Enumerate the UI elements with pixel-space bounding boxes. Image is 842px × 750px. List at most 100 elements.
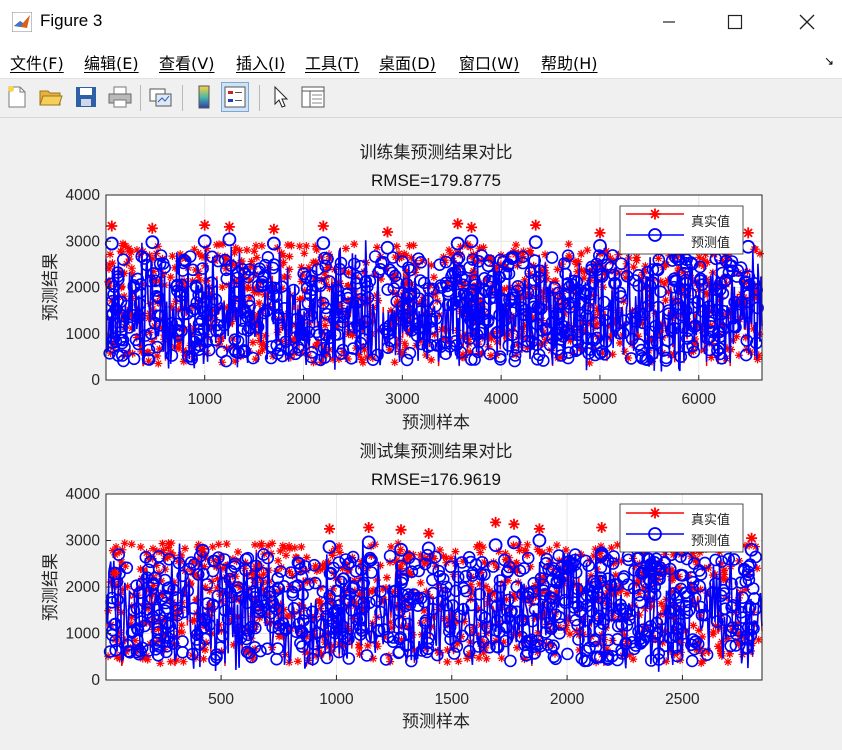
real-peak-marker (746, 532, 758, 544)
toolbar-separator (182, 85, 183, 111)
x-tick-label: 2000 (550, 691, 585, 708)
real-peak-marker (199, 219, 211, 231)
toolbar-separator (259, 85, 260, 111)
real-peak-marker (324, 523, 335, 535)
real-peak-marker (363, 522, 375, 533)
train-axes[interactable]: 训练集预测结果对比 RMSE=179.8775 1000 2000 3000 4000… (41, 143, 764, 433)
real-peak-marker (742, 227, 754, 239)
test-legend[interactable]: 真实值 预测值 (619, 503, 744, 553)
x-tick-label: 5000 (583, 391, 618, 408)
test-chart-title: 测试集预测结果对比 (360, 442, 513, 462)
train-legend[interactable]: 真实值 预测值 (619, 205, 744, 255)
legend-button[interactable] (221, 82, 249, 112)
link-plot-icon (149, 88, 172, 107)
real-peak-marker (530, 219, 542, 231)
open-icon (39, 90, 63, 106)
menu-help[interactable]: 帮助(H) (541, 50, 598, 74)
y-tick-label: 4000 (66, 486, 101, 503)
menu-insert[interactable]: 插入(I) (236, 50, 285, 74)
maximize-button[interactable] (712, 0, 758, 44)
y-tick-label: 1000 (66, 626, 101, 643)
save-button[interactable] (72, 82, 100, 112)
close-button[interactable] (784, 0, 830, 44)
test-y-axis-label: 预测结果 (41, 553, 61, 621)
y-tick-label: 4000 (66, 187, 101, 204)
x-tick-label: 1000 (187, 391, 222, 408)
real-peak-marker (490, 516, 502, 528)
y-tick-label: 3000 (66, 533, 101, 550)
legend-icon (224, 86, 246, 108)
train-y-axis-label: 预测结果 (41, 253, 61, 321)
toolbar-separator (140, 85, 141, 111)
legend-star-icon (649, 208, 661, 220)
train-y-ticks: 0 1000 2000 3000 4000 (66, 187, 111, 389)
x-tick-label: 500 (208, 691, 234, 708)
real-peak-marker (268, 223, 280, 235)
x-tick-label: 1500 (435, 691, 470, 708)
menu-file[interactable]: 文件(F) (10, 50, 64, 74)
x-tick-label: 4000 (484, 391, 519, 408)
new-figure-button[interactable] (3, 82, 31, 112)
menu-edit[interactable]: 编辑(E) (84, 50, 139, 74)
maximize-icon (727, 14, 743, 30)
property-inspector-button[interactable] (299, 82, 327, 112)
open-button[interactable] (37, 82, 65, 112)
real-peak-marker (423, 528, 435, 539)
y-tick-label: 0 (91, 372, 100, 389)
menu-view[interactable]: 查看(V) (159, 50, 214, 74)
real-peak-marker (146, 222, 158, 234)
menu-window[interactable]: 窗口(W) (459, 50, 519, 74)
x-tick-label: 3000 (385, 391, 420, 408)
real-peak-marker (452, 218, 464, 230)
x-tick-label: 6000 (682, 391, 717, 408)
test-rmse-label: RMSE=176.9619 (371, 470, 501, 489)
edit-plot-button[interactable] (267, 82, 295, 112)
real-peak-marker (596, 522, 608, 533)
test-legend-real: 真实值 (691, 512, 730, 528)
title-bar: Figure 3 (0, 0, 842, 44)
property-inspector-icon (301, 86, 325, 108)
real-peak-marker (382, 226, 393, 238)
dock-arrow-icon[interactable]: ↘ (824, 54, 834, 68)
x-tick-label: 2000 (286, 391, 321, 408)
legend-star-icon (649, 507, 661, 519)
link-plot-button[interactable] (147, 82, 175, 112)
train-x-axis-label: 预测样本 (402, 413, 470, 433)
real-peak-marker (317, 220, 329, 232)
minimize-icon (663, 21, 675, 23)
edit-plot-icon (274, 86, 289, 108)
close-icon (799, 14, 815, 30)
menu-tools[interactable]: 工具(T) (305, 50, 359, 74)
y-tick-label: 0 (91, 672, 100, 689)
real-peak-marker (533, 523, 545, 535)
new-figure-icon (8, 86, 26, 108)
window-title: Figure 3 (40, 11, 103, 30)
toolbar (0, 79, 842, 118)
test-legend-pred: 预测值 (691, 533, 730, 549)
minimize-button[interactable] (646, 0, 692, 44)
test-y-ticks: 0 1000 2000 3000 4000 (66, 486, 111, 689)
x-tick-label: 2500 (665, 691, 700, 708)
test-x-axis-label: 预测样本 (402, 712, 470, 732)
train-rmse-label: RMSE=179.8775 (371, 171, 501, 190)
colorbar-icon (198, 85, 210, 109)
print-icon (108, 86, 132, 108)
real-peak-marker (466, 221, 477, 233)
print-button[interactable] (106, 82, 134, 112)
real-peak-marker (594, 227, 606, 239)
y-tick-label: 2000 (66, 280, 101, 297)
real-peak-marker (395, 524, 407, 536)
x-tick-label: 1000 (319, 691, 354, 708)
menu-desktop[interactable]: 桌面(D) (379, 50, 436, 74)
figure-canvas: 训练集预测结果对比 RMSE=179.8775 1000 2000 3000 4000… (41, 143, 764, 732)
y-tick-label: 3000 (66, 233, 101, 250)
real-peak-marker (508, 518, 520, 530)
y-tick-label: 2000 (66, 579, 101, 596)
matlab-logo-icon (12, 12, 32, 32)
real-peak-marker (106, 220, 118, 232)
test-axes[interactable]: 测试集预测结果对比 RMSE=176.9619 500 1000 1500 2000 2… (41, 442, 763, 732)
y-tick-label: 1000 (66, 326, 101, 343)
train-chart-title: 训练集预测结果对比 (360, 143, 513, 163)
colorbar-button[interactable] (190, 82, 218, 112)
save-icon (76, 87, 96, 107)
